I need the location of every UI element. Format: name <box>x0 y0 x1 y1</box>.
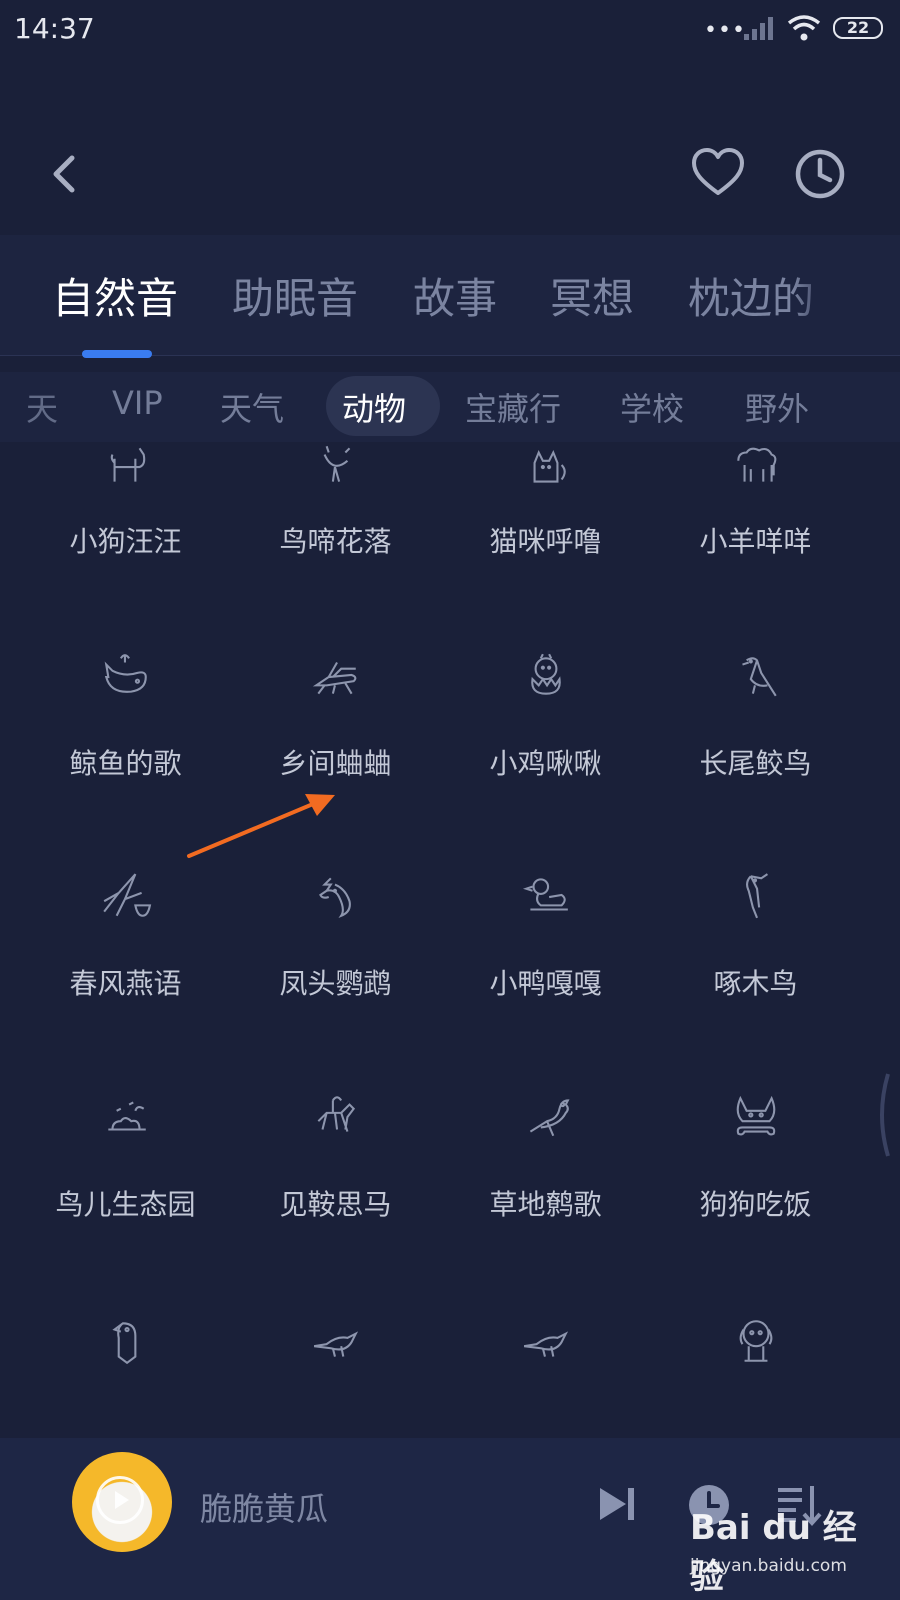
tab-bedside[interactable]: 枕边的 <box>688 265 838 326</box>
album-art[interactable] <box>72 1452 172 1552</box>
subtab-animals[interactable]: 动物 <box>342 384 406 430</box>
parrot-icon <box>18 1315 233 1385</box>
tab-meditation[interactable]: 冥想 <box>550 265 634 326</box>
sound-item-label: 见鞍思马 <box>279 1188 392 1221</box>
swallow-icon <box>18 870 233 940</box>
sound-item-label: 鲸鱼的歌 <box>69 747 182 780</box>
woodpecker-icon <box>648 870 863 940</box>
sound-item-label: 草地鹩歌 <box>489 1188 602 1221</box>
subtab-sky[interactable]: 天 <box>26 384 58 430</box>
magpie-icon <box>648 650 863 720</box>
sound-item-label: 小狗汪汪 <box>69 525 182 558</box>
sound-item-label: 小鸭嘎嘎 <box>489 967 602 1000</box>
sound-item-label: 乡间蛐蛐 <box>279 747 392 780</box>
subtab-weather[interactable]: 天气 <box>220 384 284 430</box>
whale-icon <box>18 650 233 720</box>
back-button[interactable] <box>40 148 88 200</box>
status-more-dots: ••• <box>704 18 746 43</box>
battery-indicator: 22 <box>833 17 883 39</box>
sound-item-label: 鸟儿生态园 <box>55 1188 196 1221</box>
wifi-icon <box>787 15 821 41</box>
active-tab-indicator <box>82 350 152 358</box>
baidu-watermark: Bai du 经验 jingyan.baidu.com <box>690 1500 890 1597</box>
sound-item-label: 猫咪呼噜 <box>489 525 602 558</box>
subtab-treasure[interactable]: 宝藏行 <box>465 384 561 430</box>
cockatoo-icon <box>228 870 443 940</box>
sheep-icon <box>648 440 863 510</box>
sparrow-icon <box>228 1315 443 1385</box>
watermark-logo: Bai du 经验 <box>690 1508 857 1597</box>
tab-nature-sound[interactable]: 自然音 <box>52 265 178 326</box>
sound-item-label: 凤头鹦鹉 <box>279 967 392 1000</box>
main-category-tabs: 自然音 助眠音 故事 冥想 枕边的 <box>0 235 900 356</box>
sparrow-icon <box>438 1315 653 1385</box>
sound-item-label: 春风燕语 <box>69 967 182 1000</box>
duck-icon <box>438 870 653 940</box>
tab-sleep-sound[interactable]: 助眠音 <box>232 265 358 326</box>
status-time: 14:37 <box>14 12 95 45</box>
dog-bone-icon <box>648 1090 863 1160</box>
track-title: 脆脆黄瓜 <box>200 1490 329 1528</box>
cricket-icon <box>228 650 443 720</box>
next-track-icon[interactable] <box>596 1482 640 1526</box>
sound-item-label: 小羊咩咩 <box>699 525 812 558</box>
bird-icon <box>228 440 443 510</box>
sound-item-label: 长尾鲛鸟 <box>699 747 812 780</box>
tab-story[interactable]: 故事 <box>413 265 497 326</box>
sound-item-label: 啄木鸟 <box>713 967 798 1000</box>
subtab-vip[interactable]: VIP <box>112 384 163 422</box>
subtab-school[interactable]: 学校 <box>620 384 684 430</box>
crow-icon <box>438 1090 653 1160</box>
sound-item-label: 鸟啼花落 <box>279 525 392 558</box>
sound-item-label: 狗狗吃饭 <box>699 1188 812 1221</box>
edge-handle[interactable] <box>872 1070 892 1160</box>
signal-icon <box>744 17 773 40</box>
play-icon[interactable] <box>96 1476 144 1524</box>
subtab-outdoor[interactable]: 野外 <box>745 384 815 430</box>
dog-icon <box>18 440 233 510</box>
history-clock-icon[interactable] <box>792 146 848 202</box>
bird-park-icon <box>18 1090 233 1160</box>
horse-rider-icon <box>228 1090 443 1160</box>
annotation-arrow <box>187 794 335 858</box>
favorite-heart-icon[interactable] <box>690 146 746 202</box>
sub-category-tabs: 天 VIP 天气 动物 宝藏行 学校 野外 <box>0 372 900 442</box>
chick-icon <box>438 650 653 720</box>
puppy-icon <box>648 1315 863 1385</box>
watermark-url: jingyan.baidu.com <box>690 1556 847 1576</box>
sound-item-label: 小鸡啾啾 <box>489 747 602 780</box>
cat-icon <box>438 440 653 510</box>
